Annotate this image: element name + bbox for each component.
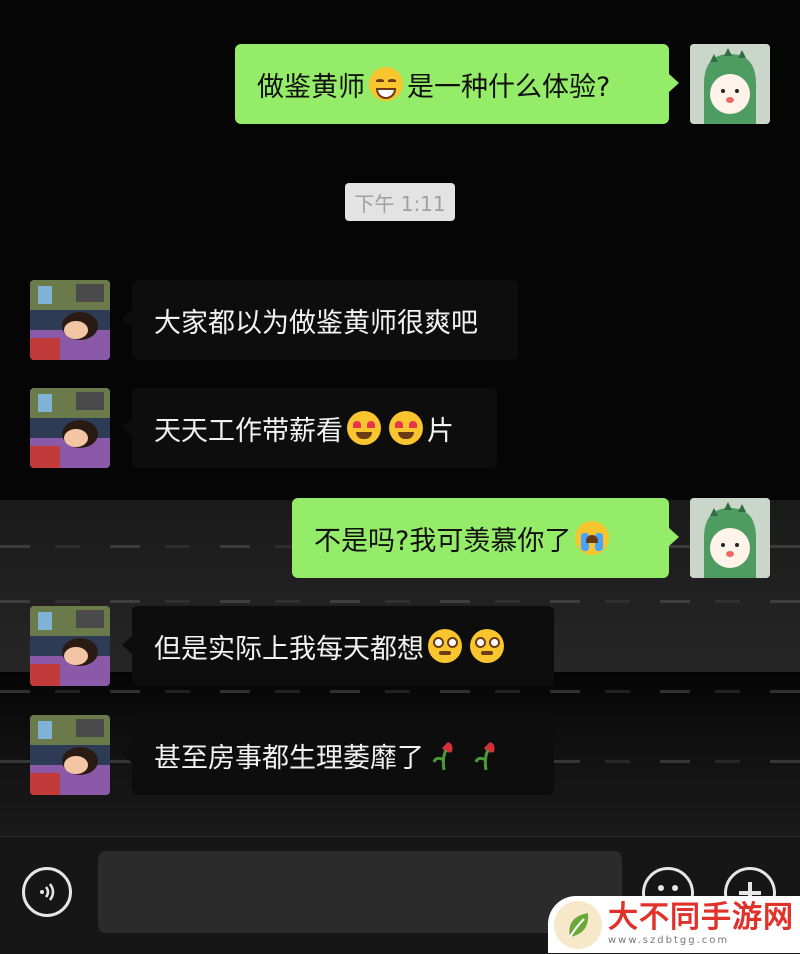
wilted-rose-emoji-icon — [470, 738, 504, 772]
avatar-them[interactable] — [30, 388, 110, 468]
message-bubble-them[interactable]: 甚至房事都生理萎靡了 — [122, 715, 554, 795]
avatar-me[interactable] — [690, 44, 770, 124]
message-bubble-them[interactable]: 但是实际上我每天都想 — [122, 606, 554, 686]
drooling-emoji-icon — [428, 629, 462, 663]
message-bubble-them[interactable]: 大家都以为做鉴黄师很爽吧 — [122, 280, 518, 360]
message-text: 天天工作带薪看 — [154, 415, 343, 447]
message-text: 不是吗?我可羡慕你了 — [314, 525, 572, 557]
message-bubble-me[interactable]: 不是吗?我可羡慕你了 — [292, 498, 679, 578]
message-text: 是一种什么体验? — [407, 71, 611, 103]
avatar-them[interactable] — [30, 280, 110, 360]
message-bubble-me[interactable]: 做鉴黄师 是一种什么体验? — [235, 44, 679, 124]
drooling-emoji-icon — [470, 629, 504, 663]
crying-emoji-icon — [575, 521, 610, 555]
wave-stripe — [0, 600, 800, 603]
avatar-me[interactable] — [690, 498, 770, 578]
heart-eyes-emoji-icon — [347, 411, 381, 445]
voice-icon[interactable] — [22, 867, 72, 917]
message-text: 大家都以为做鉴黄师很爽吧 — [154, 307, 478, 339]
watermark-title: 大不同手游网 — [608, 900, 794, 935]
site-watermark: 大不同手游网 www.szdbtgg.com — [548, 896, 800, 953]
grin-emoji-icon — [369, 67, 403, 101]
watermark-url: www.szdbtgg.com — [608, 935, 730, 946]
avatar-them[interactable] — [30, 606, 110, 686]
timestamp-label: 下午 1:11 — [345, 183, 455, 221]
message-text: 做鉴黄师 — [257, 71, 365, 103]
wave-stripe — [0, 690, 800, 693]
message-bubble-them[interactable]: 天天工作带薪看 片 — [122, 388, 497, 468]
message-text: 甚至房事都生理萎靡了 — [154, 742, 424, 774]
message-input[interactable] — [98, 851, 622, 933]
wilted-rose-emoji-icon — [428, 738, 462, 772]
avatar-them[interactable] — [30, 715, 110, 795]
heart-eyes-emoji-icon — [389, 411, 423, 445]
message-text: 片 — [427, 415, 454, 447]
chat-area: 做鉴黄师 是一种什么体验? 下午 1:11 大家都以为做鉴黄师很爽吧 天天工作带… — [0, 0, 800, 836]
message-text: 但是实际上我每天都想 — [154, 633, 424, 665]
leaf-logo-icon — [554, 900, 602, 949]
